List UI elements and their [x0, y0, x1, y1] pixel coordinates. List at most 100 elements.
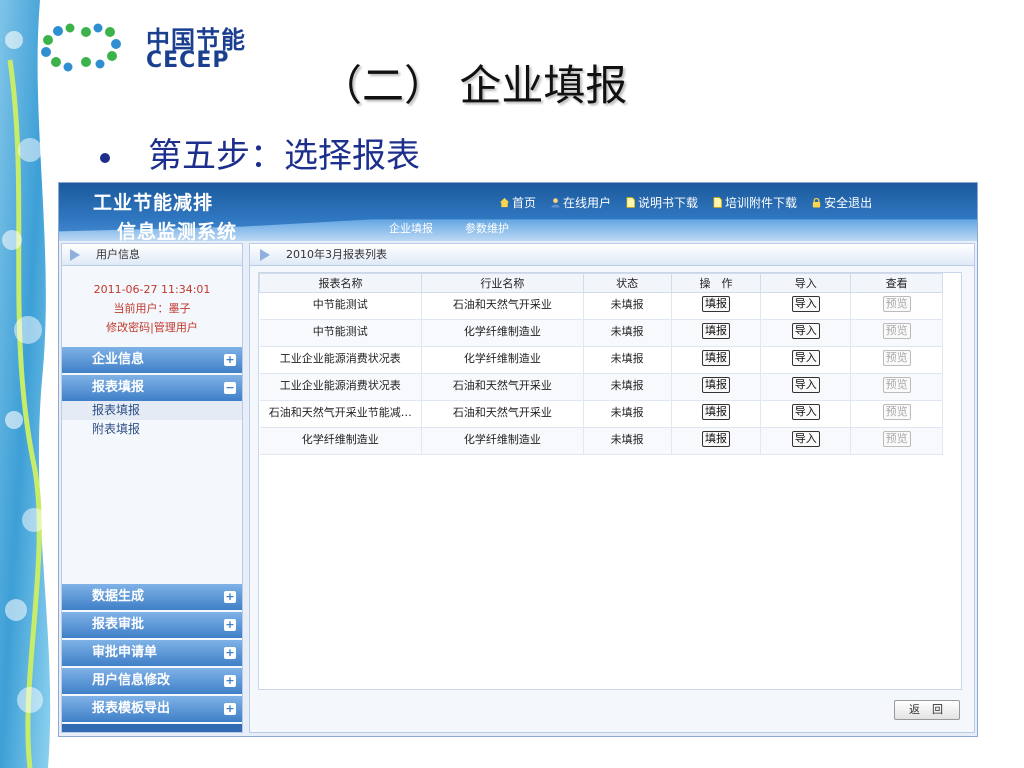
- cell-industry: 石油和天然气开采业: [421, 292, 584, 320]
- fill-button[interactable]: 填报: [701, 296, 730, 312]
- report-table-container: 报表名称 行业名称 状态 操 作 导入 查看 中节能测试 石油和天然气开采业 未…: [258, 272, 962, 690]
- sidebar-item-attachment-fill[interactable]: 附表填报: [62, 420, 242, 439]
- cell-action: 填报: [671, 346, 762, 374]
- sidebar-item-report-fill[interactable]: 报表填报: [62, 401, 242, 420]
- expand-icon[interactable]: +: [224, 619, 236, 631]
- home-icon: [499, 197, 510, 207]
- import-button[interactable]: 导入: [791, 350, 820, 366]
- table-row: 石油和天然气开采业节能减… 石油和天然气开采业 未填报 填报 导入 预览: [259, 400, 943, 428]
- expand-icon[interactable]: +: [224, 675, 236, 687]
- menu-tabs: 企业填报 参数维护: [389, 220, 509, 236]
- table-row: 中节能测试 石油和天然气开采业 未填报 填报 导入 预览: [259, 292, 943, 320]
- sidebar: 用户信息 2011-06-27 11:34:01 当前用户：墨子 修改密码|管理…: [61, 243, 243, 733]
- table-row: 工业企业能源消费状况表 石油和天然气开采业 未填报 填报 导入 预览: [259, 373, 943, 401]
- cell-action: 填报: [671, 292, 762, 320]
- import-button[interactable]: 导入: [791, 431, 820, 447]
- column-header-action: 操 作: [670, 273, 762, 293]
- sidebar-section-label: 企业信息: [92, 352, 145, 367]
- cell-import: 导入: [760, 292, 852, 320]
- expand-icon[interactable]: +: [224, 591, 236, 603]
- cell-view: 预览: [850, 400, 943, 428]
- cell-action: 填报: [671, 319, 762, 347]
- nav-training-download-label: 培训附件下载: [725, 195, 798, 210]
- sidebar-section-label: 用户信息修改: [92, 673, 171, 688]
- cell-industry: 化学纤维制造业: [421, 427, 584, 455]
- user-panel-title: 用户信息: [96, 248, 140, 261]
- expand-icon[interactable]: +: [224, 354, 236, 366]
- collapse-icon[interactable]: −: [224, 382, 236, 394]
- preview-button[interactable]: 预览: [882, 404, 911, 420]
- cell-status: 未填报: [583, 346, 672, 374]
- import-button[interactable]: 导入: [791, 377, 820, 393]
- fill-button[interactable]: 填报: [701, 323, 730, 339]
- preview-button[interactable]: 预览: [882, 296, 911, 312]
- cell-action: 填报: [671, 400, 762, 428]
- cell-import: 导入: [760, 346, 852, 374]
- login-timestamp: 2011-06-27 11:34:01: [93, 283, 211, 296]
- report-table: 报表名称 行业名称 状态 操 作 导入 查看 中节能测试 石油和天然气开采业 未…: [259, 273, 943, 455]
- manage-user-link[interactable]: 管理用户: [154, 321, 198, 334]
- slide-decoration: [0, 0, 62, 768]
- cell-import: 导入: [760, 373, 852, 401]
- document-icon: [626, 196, 636, 208]
- bullet-dot-icon: [100, 153, 110, 163]
- nav-home[interactable]: 首页: [499, 193, 536, 211]
- fill-button[interactable]: 填报: [701, 377, 730, 393]
- logo-mark-icon: [41, 23, 121, 72]
- change-password-link[interactable]: 修改密码: [106, 321, 150, 334]
- cell-view: 预览: [850, 346, 943, 374]
- system-title-line2: 信息监测系统: [117, 221, 238, 243]
- import-button[interactable]: 导入: [791, 296, 820, 312]
- fill-button[interactable]: 填报: [701, 350, 730, 366]
- sidebar-section-data-generation[interactable]: 数据生成 +: [62, 584, 242, 610]
- cell-report-name: 中节能测试: [259, 319, 422, 347]
- report-table-body: 中节能测试 石油和天然气开采业 未填报 填报 导入 预览 中节能测试 化学纤维制…: [259, 292, 943, 455]
- cell-import: 导入: [760, 319, 852, 347]
- sidebar-section-label: 报表模板导出: [92, 701, 171, 716]
- arrow-right-icon: [70, 249, 80, 261]
- nav-training-download[interactable]: 培训附件下载: [712, 193, 797, 211]
- cell-action: 填报: [671, 427, 762, 455]
- sidebar-section-enterprise-info[interactable]: 企业信息 +: [62, 347, 242, 373]
- back-button[interactable]: 返回: [894, 700, 960, 720]
- sidebar-section-report-approval[interactable]: 报表审批 +: [62, 612, 242, 638]
- preview-button[interactable]: 预览: [882, 431, 911, 447]
- sidebar-bottom-bar: [62, 724, 242, 732]
- cell-report-name: 化学纤维制造业: [259, 427, 422, 455]
- import-button[interactable]: 导入: [791, 323, 820, 339]
- cell-view: 预览: [850, 292, 943, 320]
- arrow-right-icon: [260, 249, 270, 261]
- cell-status: 未填报: [583, 319, 672, 347]
- sidebar-section-approval-request[interactable]: 审批申请单 +: [62, 640, 242, 666]
- fill-button[interactable]: 填报: [701, 404, 730, 420]
- sidebar-section-label: 数据生成: [92, 589, 145, 604]
- nav-manual-download[interactable]: 说明书下载: [625, 193, 698, 211]
- expand-icon[interactable]: +: [224, 647, 236, 659]
- import-button[interactable]: 导入: [791, 404, 820, 420]
- nav-logout[interactable]: 安全退出: [811, 193, 872, 211]
- system-title: 工业节能减排 信息监测系统: [93, 188, 237, 244]
- top-nav: 首页 在线用户 说明书下载 培训附件下载 安全退出: [499, 193, 872, 211]
- tab-parameter-maintenance[interactable]: 参数维护: [465, 220, 509, 236]
- cell-action: 填报: [671, 373, 762, 401]
- preview-button[interactable]: 预览: [882, 377, 911, 393]
- table-row: 工业企业能源消费状况表 化学纤维制造业 未填报 填报 导入 预览: [259, 346, 943, 374]
- preview-button[interactable]: 预览: [882, 350, 911, 366]
- cell-industry: 化学纤维制造业: [421, 319, 584, 347]
- column-header-status: 状态: [582, 273, 672, 293]
- preview-button[interactable]: 预览: [882, 323, 911, 339]
- cell-view: 预览: [850, 319, 943, 347]
- sidebar-section-report-fill[interactable]: 报表填报 −: [62, 375, 242, 401]
- sidebar-section-label: 报表审批: [92, 617, 145, 632]
- fill-button[interactable]: 填报: [701, 431, 730, 447]
- column-header-industry: 行业名称: [420, 273, 584, 293]
- table-row: 中节能测试 化学纤维制造业 未填报 填报 导入 预览: [259, 319, 943, 347]
- tab-enterprise-report[interactable]: 企业填报: [389, 220, 433, 236]
- sidebar-section-user-info-edit[interactable]: 用户信息修改 +: [62, 668, 242, 694]
- expand-icon[interactable]: +: [224, 703, 236, 715]
- slide-title: （二） 企业填报: [320, 61, 628, 110]
- nav-online-users[interactable]: 在线用户: [550, 193, 611, 211]
- sidebar-section-template-export[interactable]: 报表模板导出 +: [62, 696, 242, 722]
- sidebar-bottom-sections: 数据生成 + 报表审批 + 审批申请单 + 用户信息修改 + 报表模板导出 +: [62, 582, 242, 722]
- cell-industry: 化学纤维制造业: [421, 346, 584, 374]
